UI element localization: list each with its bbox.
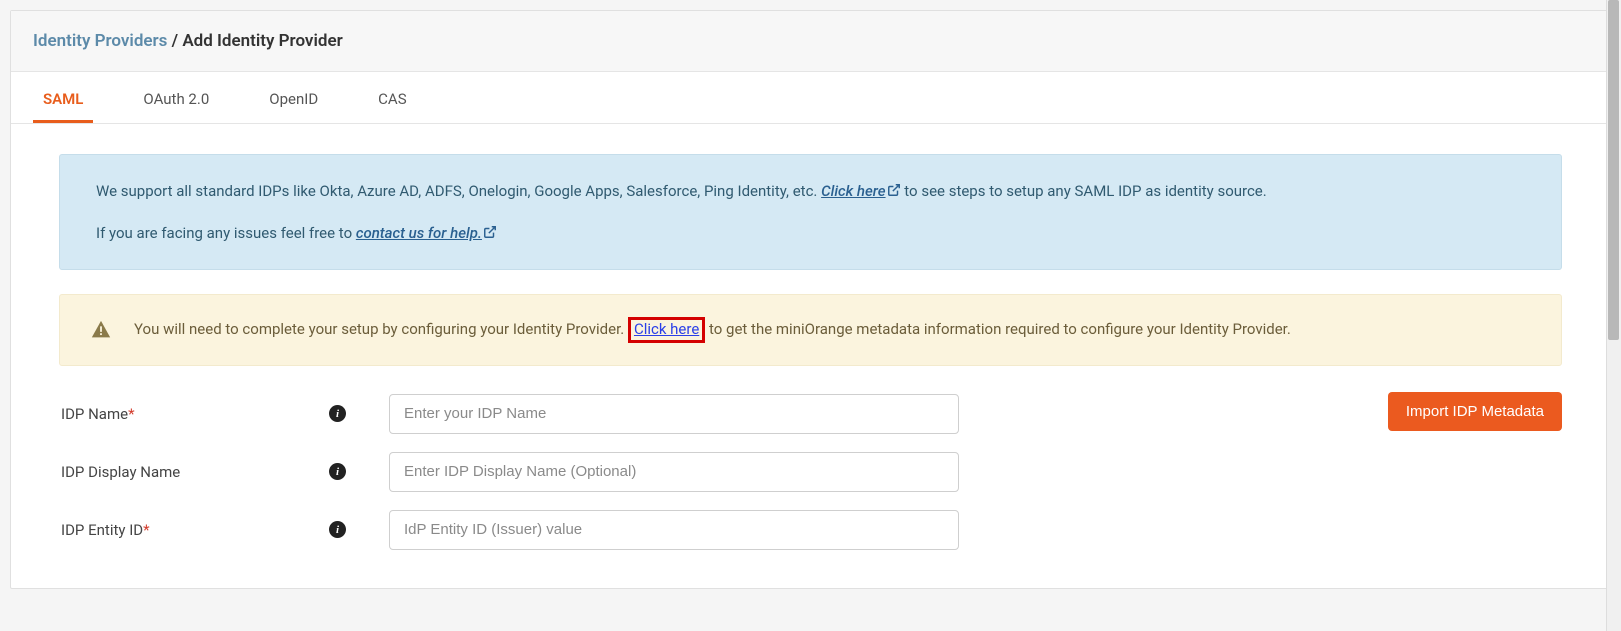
tab-openid[interactable]: OpenID [259, 72, 328, 123]
external-link-icon [483, 225, 497, 239]
warn-text-a: You will need to complete your setup by … [134, 320, 628, 338]
scrollbar-track[interactable] [1606, 0, 1621, 631]
idp-display-name-input[interactable] [389, 452, 959, 492]
tab-cas[interactable]: CAS [368, 72, 416, 123]
idp-entity-id-label: IDP Entity ID* [59, 521, 329, 539]
form-row-idp-entity-id: IDP Entity ID* i [59, 510, 1562, 550]
warn-text-b: to get the miniOrange metadata informati… [705, 320, 1291, 338]
info-text-1b: to see steps to setup any SAML IDP as id… [901, 182, 1267, 200]
info-icon[interactable]: i [329, 463, 346, 480]
tab-bar: SAML OAuth 2.0 OpenID CAS [11, 72, 1610, 124]
external-link-icon [887, 183, 901, 197]
idp-entity-id-input[interactable] [389, 510, 959, 550]
idp-name-input[interactable] [389, 394, 959, 434]
tab-oauth[interactable]: OAuth 2.0 [133, 72, 219, 123]
idp-form: Import IDP Metadata IDP Name* i IDP Disp… [59, 394, 1562, 550]
warning-alert: You will need to complete your setup by … [59, 294, 1562, 366]
form-row-idp-display-name: IDP Display Name i [59, 452, 1562, 492]
required-mark: * [128, 405, 134, 423]
metadata-click-here-link[interactable]: Click here [634, 320, 699, 338]
import-idp-metadata-button[interactable]: Import IDP Metadata [1388, 392, 1562, 431]
idp-display-name-label: IDP Display Name [59, 463, 329, 481]
required-mark: * [143, 521, 149, 539]
form-row-idp-name: IDP Name* i [59, 394, 1562, 434]
idp-name-label: IDP Name* [59, 405, 329, 423]
contact-help-link[interactable]: contact us for help. [356, 224, 497, 242]
info-alert: We support all standard IDPs like Okta, … [59, 154, 1562, 270]
info-text-2a: If you are facing any issues feel free t… [96, 224, 356, 242]
breadcrumb-separator: / [167, 31, 182, 51]
warning-icon [90, 319, 112, 341]
tab-saml[interactable]: SAML [33, 72, 93, 123]
scrollbar-thumb[interactable] [1608, 0, 1619, 340]
breadcrumb-current: Add Identity Provider [182, 31, 342, 51]
breadcrumb-parent-link[interactable]: Identity Providers [33, 31, 167, 51]
highlighted-link-box: Click here [628, 317, 705, 343]
breadcrumb: Identity Providers / Add Identity Provid… [11, 11, 1610, 72]
setup-steps-link[interactable]: Click here [821, 182, 900, 200]
info-icon[interactable]: i [329, 405, 346, 422]
info-text-1a: We support all standard IDPs like Okta, … [96, 182, 821, 200]
info-icon[interactable]: i [329, 521, 346, 538]
